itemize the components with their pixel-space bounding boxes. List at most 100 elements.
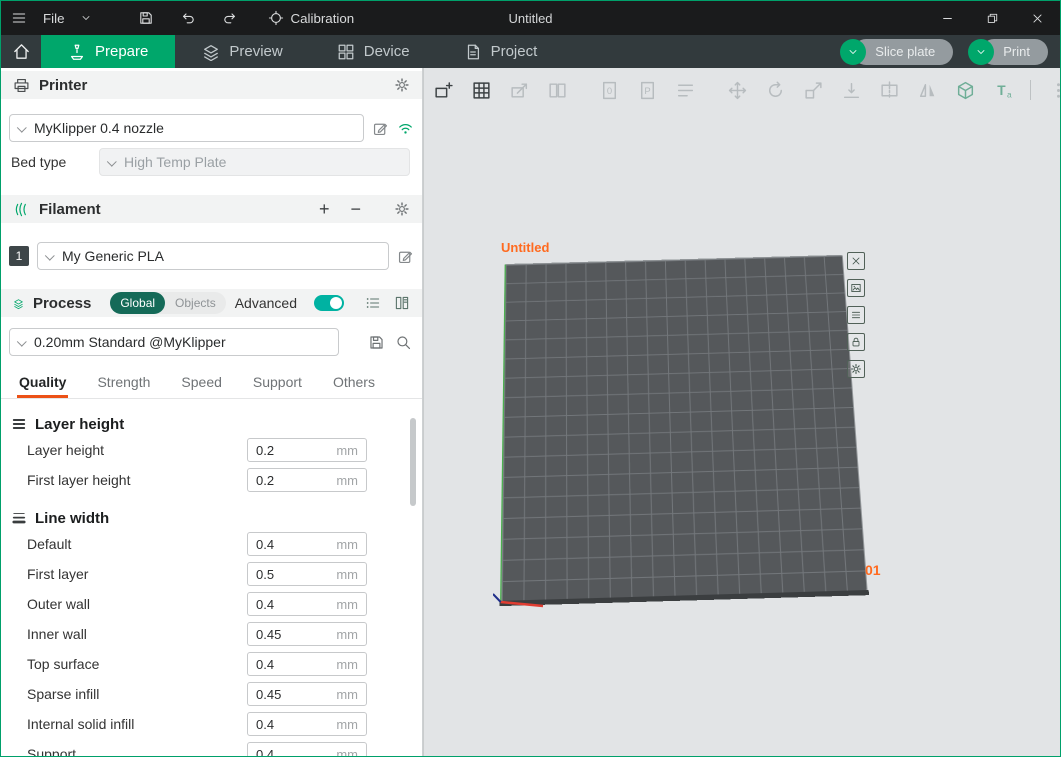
maximize-button[interactable] [970, 1, 1015, 35]
param-label: First layer [1, 566, 88, 582]
param-row: Support 0.4mm [1, 739, 422, 756]
add-plate-icon[interactable] [429, 76, 457, 104]
lock-plate-icon[interactable] [847, 333, 865, 351]
print-dropdown[interactable] [968, 39, 994, 65]
plate-list-icon[interactable] [847, 306, 865, 324]
param-input[interactable]: 0.45mm [247, 682, 367, 706]
file-menu-button[interactable]: File [35, 1, 72, 35]
tab-quality[interactable]: Quality [17, 374, 68, 398]
view-all-settings-button[interactable] [365, 295, 381, 311]
filament-settings-gear[interactable] [394, 201, 410, 217]
save-button[interactable] [130, 1, 162, 35]
doc-zero-icon[interactable] [595, 76, 623, 104]
split-layout-icon[interactable] [543, 76, 571, 104]
tab-device[interactable]: Device [310, 35, 437, 68]
build-plate-area: Untitled 01 [493, 240, 893, 620]
param-input[interactable]: 0.2mm [247, 468, 367, 492]
process-icon [13, 295, 24, 312]
build-plate[interactable] [501, 255, 868, 602]
param-input[interactable]: 0.45mm [247, 622, 367, 646]
param-input[interactable]: 0.5mm [247, 562, 367, 586]
process-preset-select[interactable]: 0.20mm Standard @MyKlipper [9, 328, 339, 356]
auto-orient-icon[interactable] [505, 76, 533, 104]
plate-settings-icon[interactable] [847, 360, 865, 378]
text-tool-icon[interactable] [989, 76, 1017, 104]
scale-icon[interactable] [799, 76, 827, 104]
filament-preset-select[interactable]: My Generic PLA [37, 242, 389, 270]
plate-number-label: 01 [865, 562, 881, 578]
tab-project[interactable]: Project [437, 35, 565, 68]
sidebar-scrollbar[interactable] [410, 418, 416, 506]
remove-filament-button[interactable]: − [350, 200, 361, 218]
save-preset-button[interactable] [368, 334, 385, 351]
arrange-icon[interactable] [467, 76, 495, 104]
tab-others[interactable]: Others [331, 374, 377, 398]
edit-filament-button[interactable] [397, 248, 414, 265]
filament-section-header: Filament + − [1, 195, 422, 223]
scope-objects-button[interactable]: Objects [165, 292, 226, 314]
printer-preset-select[interactable]: MyKlipper 0.4 nozzle [9, 114, 364, 142]
redo-button[interactable] [214, 1, 246, 35]
slice-plate-dropdown[interactable] [840, 39, 866, 65]
cut-icon[interactable] [875, 76, 903, 104]
device-icon [337, 43, 355, 61]
printer-preset-row: MyKlipper 0.4 nozzle [1, 114, 422, 142]
search-settings-button[interactable] [395, 334, 412, 351]
filament-slot-badge: 1 [9, 246, 29, 266]
tabbar-actions: Slice plate Print [840, 35, 1060, 68]
calibration-button[interactable]: Calibration [260, 1, 362, 35]
place-on-face-icon[interactable] [837, 76, 865, 104]
restore-icon [986, 12, 999, 25]
param-input[interactable]: 0.4mm [247, 592, 367, 616]
wifi-icon [397, 120, 414, 137]
hamburger-menu-button[interactable] [1, 1, 35, 35]
slice-plate-button[interactable]: Slice plate [853, 39, 953, 65]
prepare-icon [68, 43, 86, 61]
param-panel: Layer height Layer height 0.2mm First la… [1, 413, 422, 756]
rotate-icon[interactable] [761, 76, 789, 104]
more-tools-icon[interactable] [1044, 76, 1061, 104]
advanced-toggle[interactable] [314, 295, 344, 311]
close-plate-icon[interactable] [847, 252, 865, 270]
param-input[interactable]: 0.4mm [247, 712, 367, 736]
home-button[interactable] [1, 35, 41, 68]
param-input[interactable]: 0.4mm [247, 532, 367, 556]
edit-printer-button[interactable] [372, 120, 389, 137]
tab-speed[interactable]: Speed [179, 374, 223, 398]
preview-icon [202, 43, 220, 61]
align-lines-icon[interactable] [671, 76, 699, 104]
file-menu-dropdown[interactable] [72, 1, 100, 35]
scope-global-button[interactable]: Global [110, 292, 165, 314]
calibration-label: Calibration [290, 11, 354, 26]
chevron-down-icon [45, 250, 55, 260]
bed-type-select[interactable]: High Temp Plate [99, 148, 410, 176]
param-input[interactable]: 0.2mm [247, 438, 367, 462]
minimize-button[interactable] [925, 1, 970, 35]
move-icon[interactable] [723, 76, 751, 104]
plate-thumbnail-icon[interactable] [847, 279, 865, 297]
filament-preset-row: 1 My Generic PLA [1, 242, 422, 270]
param-input[interactable]: 0.4mm [247, 652, 367, 676]
printer-connection-button[interactable] [397, 120, 414, 137]
mirror-icon[interactable] [913, 76, 941, 104]
sidebar: Printer MyKlipper 0.4 nozzle Bed type Hi… [1, 68, 423, 756]
param-input[interactable]: 0.4mm [247, 742, 367, 756]
close-button[interactable] [1015, 1, 1060, 35]
tab-support[interactable]: Support [251, 374, 304, 398]
param-label: Inner wall [1, 626, 87, 642]
tab-strength[interactable]: Strength [95, 374, 152, 398]
add-filament-button[interactable]: + [319, 200, 330, 218]
filament-preset-value: My Generic PLA [62, 248, 164, 264]
assembly-view-icon[interactable] [951, 76, 979, 104]
undo-button[interactable] [172, 1, 204, 35]
param-row: Sparse infill 0.45mm [1, 679, 422, 709]
tab-preview[interactable]: Preview [175, 35, 309, 68]
plate-actions [847, 252, 865, 378]
doc-p-icon[interactable] [633, 76, 661, 104]
compare-presets-button[interactable] [394, 295, 410, 311]
printer-settings-gear[interactable] [394, 77, 410, 93]
param-label: Outer wall [1, 596, 90, 612]
home-icon [12, 42, 31, 61]
tab-prepare[interactable]: Prepare [41, 35, 175, 68]
titlebar: File Calibration Untitled [1, 1, 1060, 35]
